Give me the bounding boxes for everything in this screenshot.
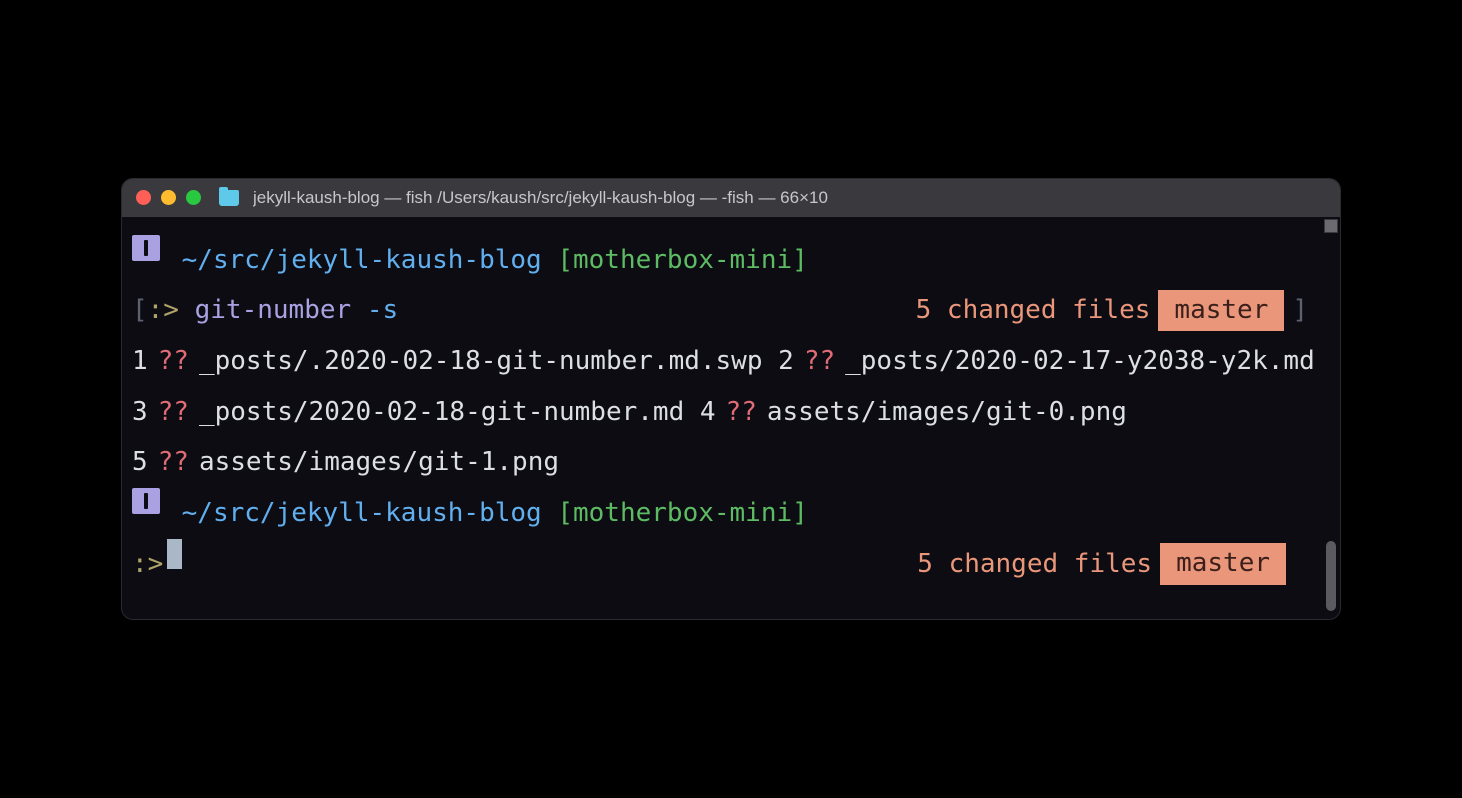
prompt-header: ~/src/jekyll-kaush-blog [ motherbox-mini… [132,235,1330,286]
row-path: assets/images/git-1.png [199,437,559,488]
host-close: ] [792,235,808,286]
status-row: 1 ?? _posts/.2020-02-18-git-number.md.sw… [132,336,763,387]
prompt-badge-icon [132,235,160,261]
terminal-window: jekyll-kaush-blog — fish /Users/kaush/sr… [121,178,1341,621]
minimize-icon[interactable] [161,190,176,205]
status-row: 3 ?? _posts/2020-02-18-git-number.md [132,387,684,438]
prompt-marker: :> [148,285,179,336]
row-number: 3 [132,387,148,438]
command-line[interactable]: :> 5 changed files master [132,539,1330,590]
row-number: 5 [132,437,148,488]
changed-files-count: 5 changed files [916,285,1151,336]
row-status: ?? [804,336,835,387]
command-arg: -s [351,285,398,336]
cwd-path: ~/src/jekyll-kaush-blog [182,488,542,539]
row-path: _posts/.2020-02-18-git-number.md.swp [199,336,763,387]
row-status: ?? [726,387,757,438]
command-line: [ :> git-number -s 5 changed files maste… [132,285,1330,336]
prompt-header: ~/src/jekyll-kaush-blog [ motherbox-mini… [132,488,1330,539]
right-prompt: 5 changed files master ] [916,285,1330,336]
command-name: git-number [195,285,352,336]
window-controls [136,190,201,205]
git-branch-badge: master [1160,543,1286,585]
row-path: _posts/2020-02-17-y2038-y2k.md [845,336,1315,387]
changed-files-count: 5 changed files [917,539,1152,590]
prompt-badge-icon [132,488,160,514]
row-number: 4 [700,387,716,438]
terminal-body[interactable]: ~/src/jekyll-kaush-blog [ motherbox-mini… [122,217,1340,620]
host-open: [ [557,488,573,539]
titlebar[interactable]: jekyll-kaush-blog — fish /Users/kaush/sr… [122,179,1340,217]
row-path: assets/images/git-0.png [767,387,1127,438]
prompt-marker: :> [132,539,163,590]
zoom-icon[interactable] [186,190,201,205]
scroll-indicator-icon [1324,219,1338,233]
hostname: motherbox-mini [573,488,792,539]
cursor-icon [167,539,182,569]
scroll-thumb[interactable] [1326,541,1336,611]
status-row: 4 ?? assets/images/git-0.png [700,387,1127,438]
folder-icon [219,190,239,206]
host-close: ] [792,488,808,539]
row-status: ?? [158,437,189,488]
git-branch-badge: master [1158,290,1284,332]
row-status: ?? [158,387,189,438]
status-row: 2 ?? _posts/2020-02-17-y2038-y2k.md [778,336,1315,387]
prompt-open-bracket: [ [132,285,148,336]
window-title: jekyll-kaush-blog — fish /Users/kaush/sr… [253,188,828,208]
host-open: [ [557,235,573,286]
prompt-close-bracket: ] [1292,285,1308,336]
row-status: ?? [158,336,189,387]
close-icon[interactable] [136,190,151,205]
row-number: 1 [132,336,148,387]
cwd-path: ~/src/jekyll-kaush-blog [182,235,542,286]
row-number: 2 [778,336,794,387]
hostname: motherbox-mini [573,235,792,286]
right-prompt: 5 changed files master [917,539,1330,590]
row-path: _posts/2020-02-18-git-number.md [199,387,684,438]
scrollbar[interactable] [1324,217,1338,620]
status-row: 5 ?? assets/images/git-1.png [132,437,559,488]
